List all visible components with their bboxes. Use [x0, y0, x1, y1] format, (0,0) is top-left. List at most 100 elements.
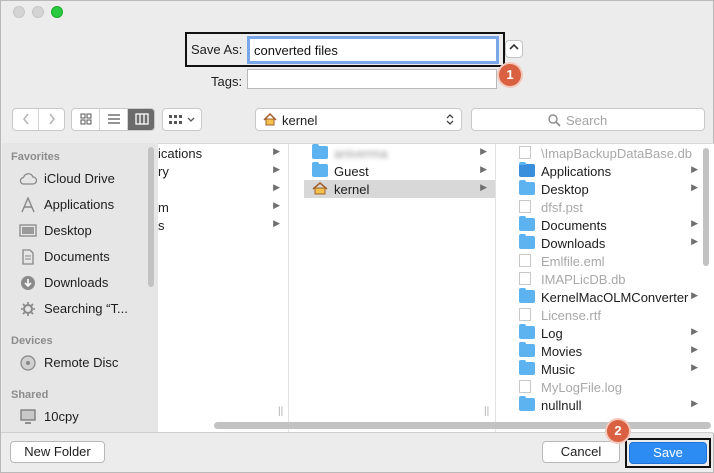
new-folder-button[interactable]: New Folder	[10, 441, 105, 463]
chevron-right-icon: ▶	[480, 146, 487, 156]
list-item[interactable]: dfsf.pst	[510, 198, 714, 216]
sidebar-item-applications[interactable]: Applications	[18, 194, 156, 216]
expand-dialog-button[interactable]	[505, 40, 523, 58]
arrange-menu-button[interactable]	[162, 108, 202, 131]
list-item-label: Emlfile.eml	[541, 254, 605, 269]
list-item-label: Music	[541, 362, 575, 377]
search-placeholder: Search	[566, 113, 608, 128]
search-icon	[548, 114, 561, 127]
list-item[interactable]: Log ▶	[510, 324, 714, 342]
folder-icon	[519, 324, 535, 339]
list-item-label: Documents	[541, 218, 607, 233]
favorites-header: Favorites	[11, 151, 60, 163]
back-forward-control	[12, 108, 65, 131]
list-item[interactable]: IMAPLicDB.db	[510, 270, 714, 288]
list-item[interactable]: ications ▶	[158, 144, 288, 162]
home-icon	[312, 182, 328, 195]
column-view-button[interactable]	[128, 109, 154, 130]
icon-view-button[interactable]	[72, 109, 100, 130]
home-icon	[263, 113, 277, 126]
list-item-label: Movies	[541, 344, 583, 359]
list-item[interactable]: MyLogFile.log	[510, 378, 714, 396]
cancel-button[interactable]: Cancel	[542, 441, 620, 463]
minimize-window-button[interactable]	[32, 6, 44, 18]
column-resize-handle[interactable]: ||	[484, 406, 489, 417]
save-as-label: Save As:	[191, 42, 243, 57]
chevron-left-icon	[22, 113, 29, 125]
column-scrollbar[interactable]	[703, 148, 709, 266]
list-item[interactable]: Emlfile.eml	[510, 252, 714, 270]
gear-icon	[21, 302, 35, 316]
horizontal-scrollbar[interactable]	[214, 422, 711, 429]
chevron-right-icon: ▶	[273, 218, 280, 228]
chevron-right-icon: ▶	[273, 164, 280, 174]
sidebar-item-documents[interactable]: Documents	[18, 246, 156, 268]
list-item[interactable]: KernelMacOLMConverter ▶	[510, 288, 714, 306]
folder-icon	[519, 216, 535, 231]
chevron-right-icon: ▶	[691, 236, 698, 246]
sidebar-item-icloud-drive[interactable]: iCloud Drive	[18, 168, 156, 190]
sidebar-item-label: iCloud Drive	[44, 171, 115, 186]
list-item[interactable]: Documents ▶	[510, 216, 714, 234]
list-item[interactable]: kernel ▶	[304, 180, 495, 198]
cloud-icon	[19, 173, 38, 185]
document-icon	[519, 200, 531, 213]
list-item[interactable]: nullnull ▶	[510, 396, 714, 414]
sidebar-item-remote-disc[interactable]: Remote Disc	[18, 352, 156, 374]
zoom-window-button[interactable]	[51, 6, 63, 18]
sidebar-item-downloads[interactable]: Downloads	[18, 272, 156, 294]
sidebar-item-desktop[interactable]: Desktop	[18, 220, 156, 242]
column-resize-handle[interactable]: ||	[278, 406, 283, 417]
save-as-input[interactable]	[247, 36, 499, 64]
step-badge-1: 1	[499, 64, 521, 86]
downloads-icon	[21, 276, 35, 290]
folder-icon	[519, 360, 535, 375]
back-button[interactable]	[13, 109, 39, 130]
list-item[interactable]: License.rtf	[510, 306, 714, 324]
list-item[interactable]: Guest ▶	[304, 162, 495, 180]
list-item[interactable]: m ▶	[158, 198, 288, 216]
tags-input[interactable]	[247, 69, 497, 89]
list-item-label: \ImapBackupDataBase.db	[541, 146, 693, 161]
chevron-right-icon: ▶	[691, 326, 698, 336]
devices-header: Devices	[11, 335, 53, 347]
folder-icon	[519, 396, 535, 411]
columns-icon	[135, 113, 149, 125]
sidebar-item-searching[interactable]: Searching “T...	[18, 298, 156, 320]
close-window-button[interactable]	[13, 6, 25, 18]
updown-chevron-icon	[446, 114, 454, 125]
list-item-label: MyLogFile.log	[541, 380, 622, 395]
disc-icon	[20, 355, 36, 371]
chevron-right-icon: ▶	[691, 344, 698, 354]
chevron-right-icon: ▶	[691, 398, 698, 408]
search-field[interactable]: Search	[471, 108, 705, 131]
folder-icon	[519, 180, 535, 195]
sidebar-item-10cpy[interactable]: 10cpy	[18, 406, 156, 428]
sidebar-item-label: Applications	[44, 197, 115, 212]
view-mode-control	[71, 108, 155, 131]
list-item[interactable]: \ImapBackupDataBase.db	[510, 144, 714, 162]
list-view-button[interactable]	[100, 109, 128, 130]
list-item[interactable]: Desktop ▶	[510, 180, 714, 198]
column-1: ications ▶ ry ▶ ▶ m ▶ s ▶ ||	[158, 144, 289, 433]
computer-icon	[20, 409, 36, 424]
list-item[interactable]: Downloads ▶	[510, 234, 714, 252]
shared-header: Shared	[11, 389, 49, 401]
list-item[interactable]: aniverma ▶	[304, 144, 495, 162]
sidebar-scrollbar[interactable]	[148, 147, 154, 287]
chevron-right-icon: ▶	[480, 164, 487, 174]
list-item[interactable]: ▶	[158, 180, 288, 198]
list-item[interactable]: Applications ▶	[510, 162, 714, 180]
forward-button[interactable]	[39, 109, 65, 130]
list-item[interactable]: Music ▶	[510, 360, 714, 378]
documents-icon	[22, 249, 34, 265]
list-item-label: Log	[541, 326, 563, 341]
folder-icon	[519, 342, 535, 357]
list-item[interactable]: ry ▶	[158, 162, 288, 180]
list-item[interactable]: s ▶	[158, 216, 288, 234]
chevron-right-icon: ▶	[691, 182, 698, 192]
location-popup[interactable]: kernel	[255, 108, 462, 131]
list-item[interactable]: Movies ▶	[510, 342, 714, 360]
chevron-right-icon: ▶	[691, 362, 698, 372]
save-button[interactable]: Save	[629, 442, 707, 464]
